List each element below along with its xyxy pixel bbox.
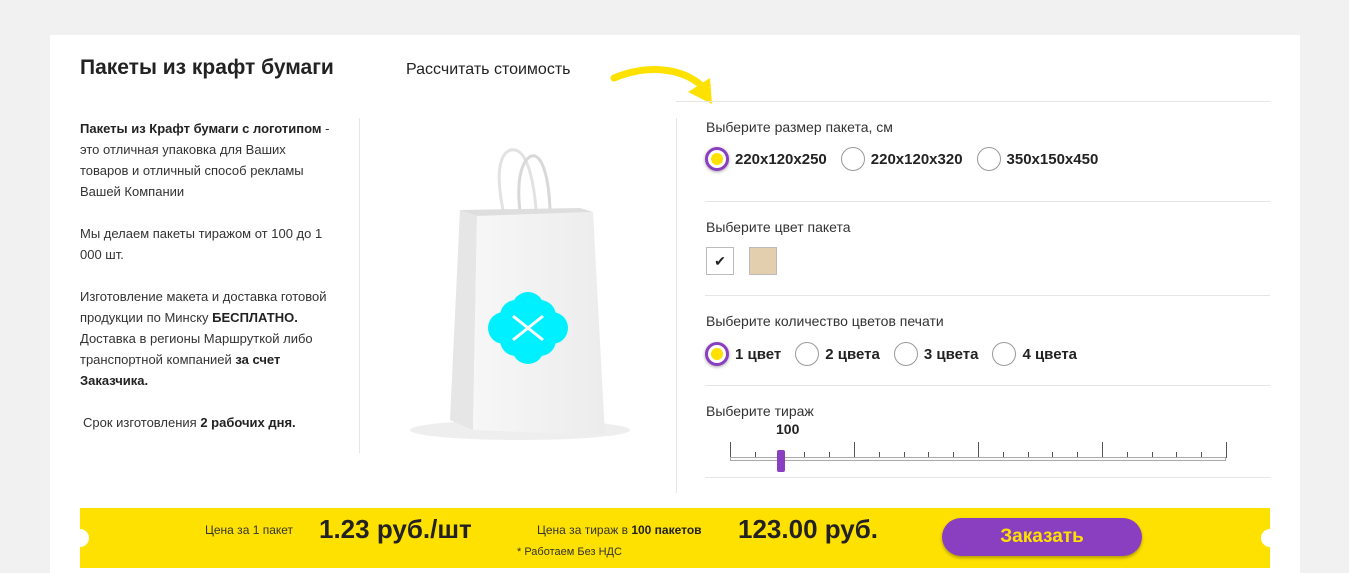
- slider-tick: [1102, 442, 1103, 458]
- print-option-4[interactable]: 4 цвета: [992, 342, 1077, 366]
- product-description: Пакеты из Крафт бумаги с логотипом - это…: [80, 118, 330, 454]
- slider-tick: [1226, 442, 1227, 458]
- slider-track[interactable]: [730, 457, 1226, 461]
- color-swatch-white[interactable]: ✔: [706, 247, 734, 275]
- radio-icon: [976, 147, 1001, 171]
- notch: [71, 529, 89, 547]
- quantity-label: Выберите тираж: [706, 403, 814, 419]
- description-delivery: Изготовление макета и доставка готовой п…: [80, 289, 327, 388]
- size-options: 220x120x250 220x120x320 350x150x450: [705, 147, 1112, 171]
- order-button[interactable]: Заказать: [942, 518, 1142, 556]
- color-label: Выберите цвет пакета: [706, 219, 851, 235]
- vat-note: * Работаем Без НДС: [517, 546, 622, 558]
- slider-tick: [854, 442, 855, 458]
- radio-icon: [705, 147, 729, 171]
- page-title: Пакеты из крафт бумаги: [80, 56, 334, 79]
- slider-handle[interactable]: [777, 450, 785, 472]
- divider: [705, 201, 1270, 202]
- print-colors-label: Выберите количество цветов печати: [706, 313, 944, 329]
- print-option-1[interactable]: 1 цвет: [705, 342, 781, 366]
- radio-icon: [992, 342, 1017, 366]
- size-label: Выберите размер пакета, см: [706, 119, 893, 135]
- radio-icon: [795, 342, 820, 366]
- description-intro: Пакеты из Крафт бумаги с логотипом - это…: [80, 121, 330, 199]
- unit-price-label: Цена за 1 пакет: [205, 523, 294, 537]
- radio-icon: [705, 342, 729, 366]
- print-colors-options: 1 цвет 2 цвета 3 цвета 4 цвета: [705, 342, 1091, 366]
- size-option-220x120x320[interactable]: 220x120x320: [840, 147, 963, 171]
- unit-price-value: 1.23 руб./шт: [319, 514, 472, 544]
- radio-icon: [840, 147, 865, 171]
- radio-icon: [893, 342, 918, 366]
- color-swatch-kraft[interactable]: [749, 247, 777, 275]
- column-divider: [676, 118, 677, 493]
- size-option-350x150x450[interactable]: 350x150x450: [976, 147, 1098, 171]
- total-price-value: 123.00 руб.: [738, 514, 879, 544]
- quantity-slider[interactable]: [730, 438, 1227, 473]
- paper-bag-image: [410, 148, 630, 440]
- notch: [1261, 529, 1279, 547]
- arrow-icon: [610, 66, 712, 104]
- column-divider: [359, 118, 360, 453]
- calculate-cost-link[interactable]: Рассчитать стоимость: [406, 61, 570, 79]
- quantity-value: 100: [776, 421, 800, 437]
- checkmark-icon: ✔: [714, 253, 726, 269]
- divider: [676, 101, 1270, 102]
- total-price-label: Цена за тираж в 100 пакетов: [537, 523, 702, 537]
- description-quantity: Мы делаем пакеты тиражом от 100 до 1 000…: [80, 226, 323, 262]
- divider: [705, 385, 1270, 386]
- description-lead-time: Срок изготовления 2 рабочих дня.: [83, 415, 296, 430]
- slider-tick: [730, 442, 731, 458]
- divider: [705, 477, 1270, 478]
- size-option-220x120x250[interactable]: 220x120x250: [705, 147, 827, 171]
- print-option-3[interactable]: 3 цвета: [893, 342, 978, 366]
- divider: [705, 295, 1270, 296]
- slider-tick: [978, 442, 979, 458]
- print-option-2[interactable]: 2 цвета: [795, 342, 880, 366]
